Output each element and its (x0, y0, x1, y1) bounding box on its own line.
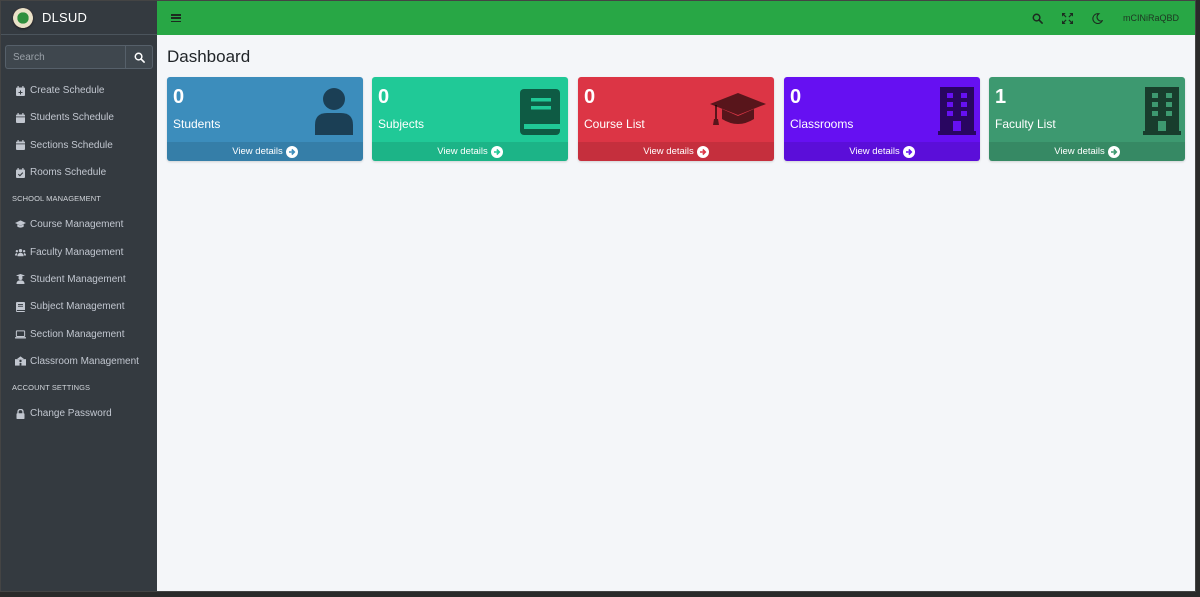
sidebar-item-change-password[interactable]: Change Password (1, 400, 157, 427)
navbar-search-button[interactable] (1023, 1, 1053, 35)
sidebar: DLSUD Create Schedule Students Schedule … (1, 1, 157, 591)
navbar-right: mCINiRaQBD (1023, 1, 1195, 35)
card-count: 0 (790, 86, 802, 108)
sidebar-item-label: Students Schedule (30, 112, 114, 124)
sidebar-item-create-schedule[interactable]: Create Schedule (1, 77, 157, 104)
view-details-label: View details (232, 146, 283, 157)
sidebar-item-label: Course Management (30, 219, 124, 231)
arrow-circle-right-icon (1107, 145, 1120, 158)
subjects-card: 0 Subjects View details (372, 77, 568, 161)
user-name[interactable]: mCINiRaQBD (1123, 13, 1179, 23)
course-list-card: 0 Course List View details (578, 77, 774, 161)
view-details-label: View details (849, 146, 900, 157)
laptop-icon (15, 329, 26, 340)
view-details-label: View details (1054, 146, 1105, 157)
top-navbar: mCINiRaQBD (157, 1, 1195, 35)
user-icon (313, 87, 355, 140)
classrooms-card: 0 Classrooms View details (784, 77, 980, 161)
book-icon (520, 89, 560, 140)
card-label: Faculty List (995, 117, 1056, 131)
card-label: Classrooms (790, 117, 854, 131)
faculty-list-card: 1 Faculty List View details (989, 77, 1185, 161)
view-details-link[interactable]: View details (578, 142, 774, 161)
sidebar-item-label: Faculty Management (30, 246, 124, 258)
graduation-cap-icon (710, 93, 766, 134)
arrow-circle-right-icon (902, 145, 915, 158)
brand-name: DLSUD (42, 10, 88, 25)
card-label: Subjects (378, 117, 425, 131)
graduation-cap-icon (15, 219, 26, 230)
card-label: Course List (584, 117, 645, 131)
calendar-icon (15, 112, 26, 123)
sidebar-item-students-schedule[interactable]: Students Schedule (1, 104, 157, 131)
school-icon (15, 356, 26, 367)
search-button[interactable] (125, 45, 153, 69)
sidebar-search (5, 45, 153, 69)
search-icon (134, 52, 145, 63)
sidebar-item-label: Change Password (30, 408, 112, 420)
view-details-link[interactable]: View details (784, 142, 980, 161)
hamburger-menu-icon[interactable] (171, 13, 181, 23)
sidebar-item-label: Subject Management (30, 301, 125, 313)
dark-mode-toggle[interactable] (1083, 1, 1113, 35)
brand-logo (13, 7, 33, 28)
arrow-circle-right-icon (490, 145, 503, 158)
sidebar-item-student-management[interactable]: Student Management (1, 266, 157, 293)
calendar-icon (15, 140, 26, 151)
calendar-plus-icon (15, 85, 26, 96)
users-icon (15, 247, 26, 258)
sidebar-item-classroom-management[interactable]: Classroom Management (1, 348, 157, 375)
view-details-link[interactable]: View details (989, 142, 1185, 161)
card-label: Students (173, 117, 221, 131)
card-count: 1 (995, 86, 1007, 108)
view-details-label: View details (437, 146, 488, 157)
sidebar-item-section-management[interactable]: Section Management (1, 320, 157, 347)
card-count: 0 (378, 86, 390, 108)
sidebar-item-subject-management[interactable]: Subject Management (1, 293, 157, 320)
sidebar-item-label: Classroom Management (30, 355, 139, 367)
user-graduate-icon (15, 274, 26, 285)
brand-link[interactable]: DLSUD (1, 1, 157, 35)
sidebar-item-label: Sections Schedule (30, 139, 113, 151)
sidebar-item-rooms-schedule[interactable]: Rooms Schedule (1, 159, 157, 186)
sidebar-item-label: Create Schedule (30, 85, 105, 97)
building-icon (938, 87, 976, 140)
view-details-label: View details (643, 146, 694, 157)
view-details-link[interactable]: View details (167, 142, 363, 161)
sidebar-item-course-management[interactable]: Course Management (1, 211, 157, 238)
main-content: Dashboard 0 Students View details 0 Subj… (157, 35, 1195, 591)
expand-arrows-icon (1062, 12, 1074, 24)
fullscreen-button[interactable] (1053, 1, 1083, 35)
view-details-link[interactable]: View details (372, 142, 568, 161)
nav-header-account-settings: ACCOUNT SETTINGS (12, 382, 91, 392)
book-icon (15, 301, 26, 312)
sidebar-item-sections-schedule[interactable]: Sections Schedule (1, 132, 157, 159)
sidebar-item-faculty-management[interactable]: Faculty Management (1, 238, 157, 265)
page-title: Dashboard (167, 47, 251, 66)
calendar-check-icon (15, 167, 26, 178)
students-card: 0 Students View details (167, 77, 363, 161)
moon-icon (1092, 12, 1104, 24)
sidebar-item-label: Section Management (30, 328, 125, 340)
sidebar-item-label: Student Management (30, 273, 126, 285)
card-count: 0 (173, 86, 185, 108)
search-icon (1033, 13, 1044, 24)
building-icon (1143, 87, 1181, 140)
lock-icon (15, 408, 26, 419)
nav-header-school-management: SCHOOL MANAGEMENT (12, 194, 101, 204)
search-input[interactable] (5, 45, 125, 69)
app-window: DLSUD Create Schedule Students Schedule … (0, 0, 1196, 592)
sidebar-item-label: Rooms Schedule (30, 167, 107, 179)
card-count: 0 (584, 86, 596, 108)
arrow-circle-right-icon (696, 145, 709, 158)
arrow-circle-right-icon (285, 145, 298, 158)
